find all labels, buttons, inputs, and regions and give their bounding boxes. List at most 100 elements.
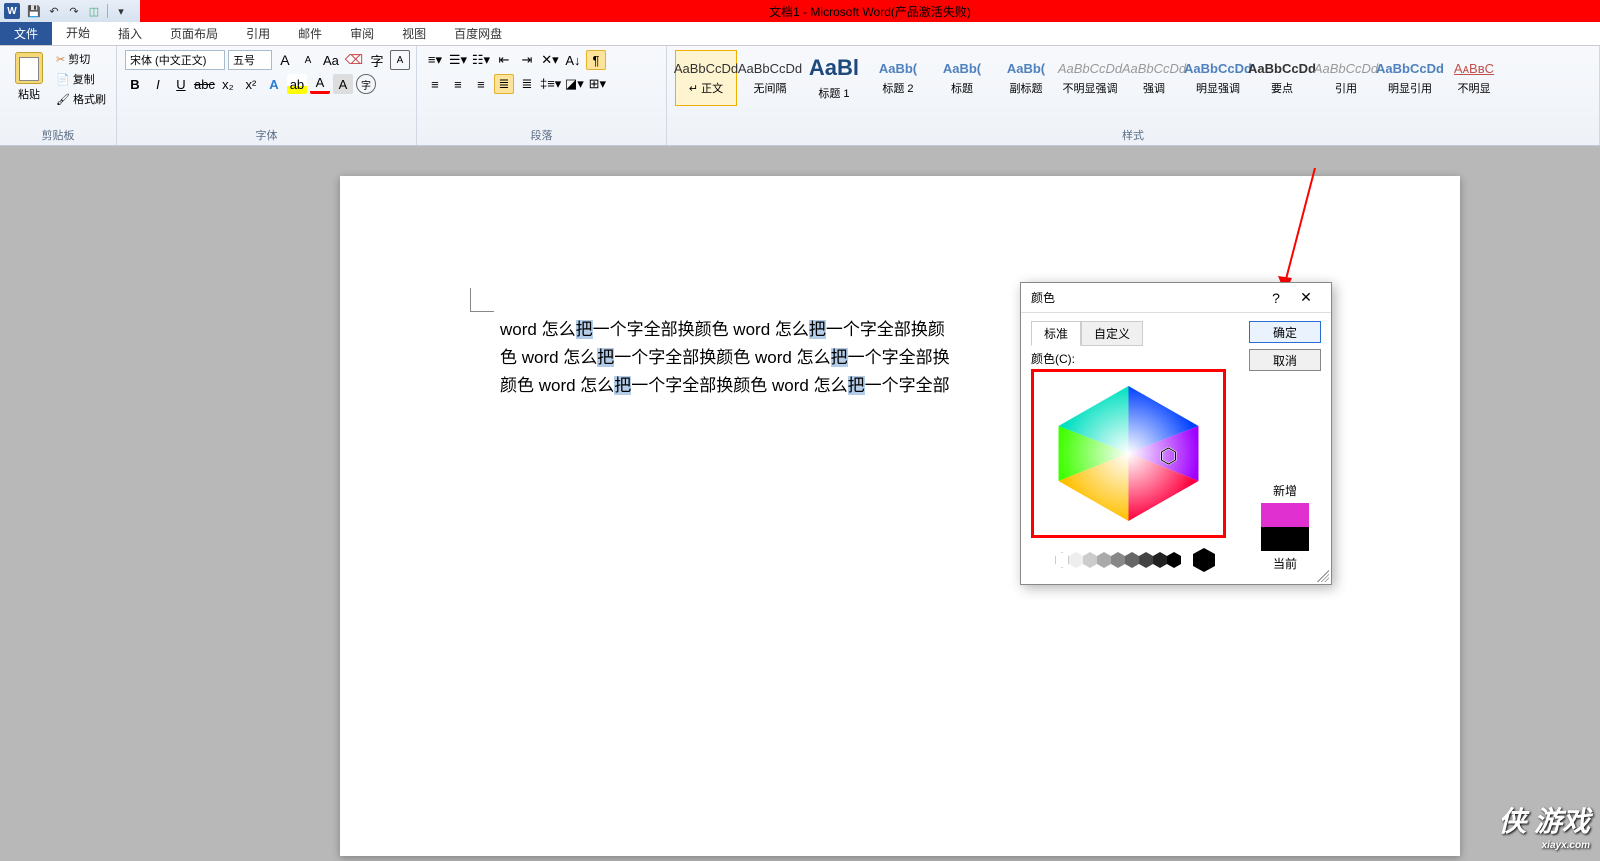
style-强调[interactable]: AaBbCcDd强调 — [1123, 50, 1185, 106]
margin-marker — [470, 288, 494, 312]
tab-layout[interactable]: 页面布局 — [156, 22, 232, 45]
paste-label: 粘贴 — [18, 86, 40, 102]
bullets-icon[interactable]: ≡▾ — [425, 50, 445, 70]
dialog-titlebar[interactable]: 颜色 ? ✕ — [1021, 283, 1331, 313]
styles-gallery[interactable]: AaBbCcDd↵ 正文AaBbCcDd无间隔AaBl标题 1AaBb(标题 2… — [675, 50, 1505, 106]
clipboard-icon — [15, 52, 43, 84]
group-label-font: 字体 — [125, 125, 408, 143]
font-color-icon[interactable]: A — [310, 74, 330, 94]
format-painter-button[interactable]: 🖌格式刷 — [54, 90, 108, 108]
multilevel-icon[interactable]: ☷▾ — [471, 50, 491, 70]
dialog-help-button[interactable]: ? — [1261, 286, 1291, 310]
style-正文[interactable]: AaBbCcDd↵ 正文 — [675, 50, 737, 106]
group-label-paragraph: 段落 — [425, 125, 658, 143]
strikethrough-button[interactable]: abc — [194, 74, 215, 94]
group-label-clipboard: 剪贴板 — [8, 125, 108, 143]
style-明显引用[interactable]: AaBbCcDd明显引用 — [1379, 50, 1441, 106]
increase-indent-icon[interactable]: ⇥ — [517, 50, 537, 70]
redo-icon[interactable]: ↷ — [65, 2, 83, 20]
align-center-icon[interactable]: ≡ — [448, 74, 468, 94]
style-明显强调[interactable]: AaBbCcDd明显强调 — [1187, 50, 1249, 106]
cancel-button[interactable]: 取消 — [1249, 349, 1321, 371]
grow-font-icon[interactable]: A — [275, 50, 295, 70]
highlighted-char: 把 — [576, 320, 593, 339]
tab-insert[interactable]: 插入 — [104, 22, 156, 45]
group-label-styles: 样式 — [675, 125, 1591, 143]
char-shading-icon[interactable]: A — [333, 74, 353, 94]
tab-standard-colors[interactable]: 标准 — [1031, 321, 1081, 346]
style-副标题[interactable]: AaBb(副标题 — [995, 50, 1057, 106]
color-dialog: 颜色 ? ✕ 标准 自定义 颜色(C): — [1020, 282, 1332, 585]
align-left-icon[interactable]: ≡ — [425, 74, 445, 94]
align-right-icon[interactable]: ≡ — [471, 74, 491, 94]
qat-dropdown-icon[interactable]: ▾ — [112, 2, 130, 20]
tab-review[interactable]: 审阅 — [336, 22, 388, 45]
distribute-icon[interactable]: ≣ — [517, 74, 537, 94]
group-styles: AaBbCcDd↵ 正文AaBbCcDd无间隔AaBl标题 1AaBb(标题 2… — [667, 46, 1600, 145]
tab-custom-colors[interactable]: 自定义 — [1081, 321, 1143, 346]
asian-layout-icon[interactable]: ✕▾ — [540, 50, 560, 70]
ribbon-tabs: 文件 开始 插入 页面布局 引用 邮件 审阅 视图 百度网盘 — [0, 22, 1600, 46]
borders-icon[interactable]: ⊞▾ — [587, 74, 607, 94]
line-spacing-icon[interactable]: ‡≡▾ — [540, 74, 561, 94]
style-要点[interactable]: AaBbCcDd要点 — [1251, 50, 1313, 106]
numbering-icon[interactable]: ☰▾ — [448, 50, 468, 70]
underline-button[interactable]: U — [171, 74, 191, 94]
decrease-indent-icon[interactable]: ⇤ — [494, 50, 514, 70]
style-标题 2[interactable]: AaBb(标题 2 — [867, 50, 929, 106]
bold-button[interactable]: B — [125, 74, 145, 94]
undo-icon[interactable]: ↶ — [45, 2, 63, 20]
style-引用[interactable]: AaBbCcDd引用 — [1315, 50, 1377, 106]
superscript-button[interactable]: x² — [241, 74, 261, 94]
paste-button[interactable]: 粘贴 — [8, 50, 50, 104]
tab-file[interactable]: 文件 — [0, 22, 52, 45]
cut-button[interactable]: ✂剪切 — [54, 50, 108, 68]
tab-mailings[interactable]: 邮件 — [284, 22, 336, 45]
tab-references[interactable]: 引用 — [232, 22, 284, 45]
clear-format-icon[interactable]: ⌫ — [344, 50, 364, 70]
style-不明显强调[interactable]: AaBbCcDd不明显强调 — [1059, 50, 1121, 106]
copy-button[interactable]: 📄复制 — [54, 70, 108, 88]
save-icon[interactable]: 💾 — [25, 2, 43, 20]
shading-icon[interactable]: ◪▾ — [564, 74, 584, 94]
dialog-close-button[interactable]: ✕ — [1291, 286, 1321, 310]
separator — [107, 4, 108, 18]
color-preview — [1261, 503, 1309, 551]
phonetic-icon[interactable]: 字 — [367, 50, 387, 70]
ribbon: 粘贴 ✂剪切 📄复制 🖌格式刷 剪贴板 宋体 (中文正文) 五号 A A Aa … — [0, 46, 1600, 146]
change-case-icon[interactable]: Aa — [321, 50, 341, 70]
group-clipboard: 粘贴 ✂剪切 📄复制 🖌格式刷 剪贴板 — [0, 46, 117, 145]
ok-button[interactable]: 确定 — [1249, 321, 1321, 343]
subscript-button[interactable]: x₂ — [218, 74, 238, 94]
highlight-color-icon[interactable]: ab — [287, 74, 307, 94]
font-family-combo[interactable]: 宋体 (中文正文) — [125, 50, 225, 70]
enclose-char-icon[interactable]: 字 — [356, 74, 376, 94]
new-color-label: 新增 — [1249, 482, 1321, 499]
style-标题[interactable]: AaBb(标题 — [931, 50, 993, 106]
resize-grip-icon[interactable] — [1317, 570, 1329, 582]
grayscale-row[interactable] — [1031, 548, 1239, 572]
style-无间隔[interactable]: AaBbCcDd无间隔 — [739, 50, 801, 106]
italic-button[interactable]: I — [148, 74, 168, 94]
dialog-title: 颜色 — [1031, 289, 1261, 306]
style-不明显[interactable]: AᴀBʙC不明显 — [1443, 50, 1505, 106]
sort-icon[interactable]: A↓ — [563, 50, 583, 70]
group-paragraph: ≡▾ ☰▾ ☷▾ ⇤ ⇥ ✕▾ A↓ ¶ ≡ ≡ ≡ ≣ ≣ ‡≡▾ ◪▾ ⊞▾… — [417, 46, 667, 145]
tab-view[interactable]: 视图 — [388, 22, 440, 45]
tab-baidu[interactable]: 百度网盘 — [440, 22, 516, 45]
justify-icon[interactable]: ≣ — [494, 74, 514, 94]
text-effects-icon[interactable]: A — [264, 74, 284, 94]
document-area: word 怎么把一个字全部换颜色 word 怎么把一个字全部换颜 色 word … — [0, 168, 1600, 861]
current-color-label: 当前 — [1249, 555, 1321, 572]
title-bar: 文档1 - Microsoft Word(产品激活失败) — [140, 0, 1600, 22]
char-border-icon[interactable]: A — [390, 50, 410, 70]
tab-home[interactable]: 开始 — [52, 22, 104, 45]
shrink-font-icon[interactable]: A — [298, 50, 318, 70]
font-size-combo[interactable]: 五号 — [228, 50, 272, 70]
color-hexagon-picker[interactable] — [1038, 376, 1219, 531]
style-标题 1[interactable]: AaBl标题 1 — [803, 50, 865, 106]
qat-custom-icon[interactable]: ◫ — [85, 2, 103, 20]
show-marks-icon[interactable]: ¶ — [586, 50, 606, 70]
colors-label: 颜色(C): — [1031, 350, 1239, 367]
word-app-icon: W — [4, 3, 20, 19]
